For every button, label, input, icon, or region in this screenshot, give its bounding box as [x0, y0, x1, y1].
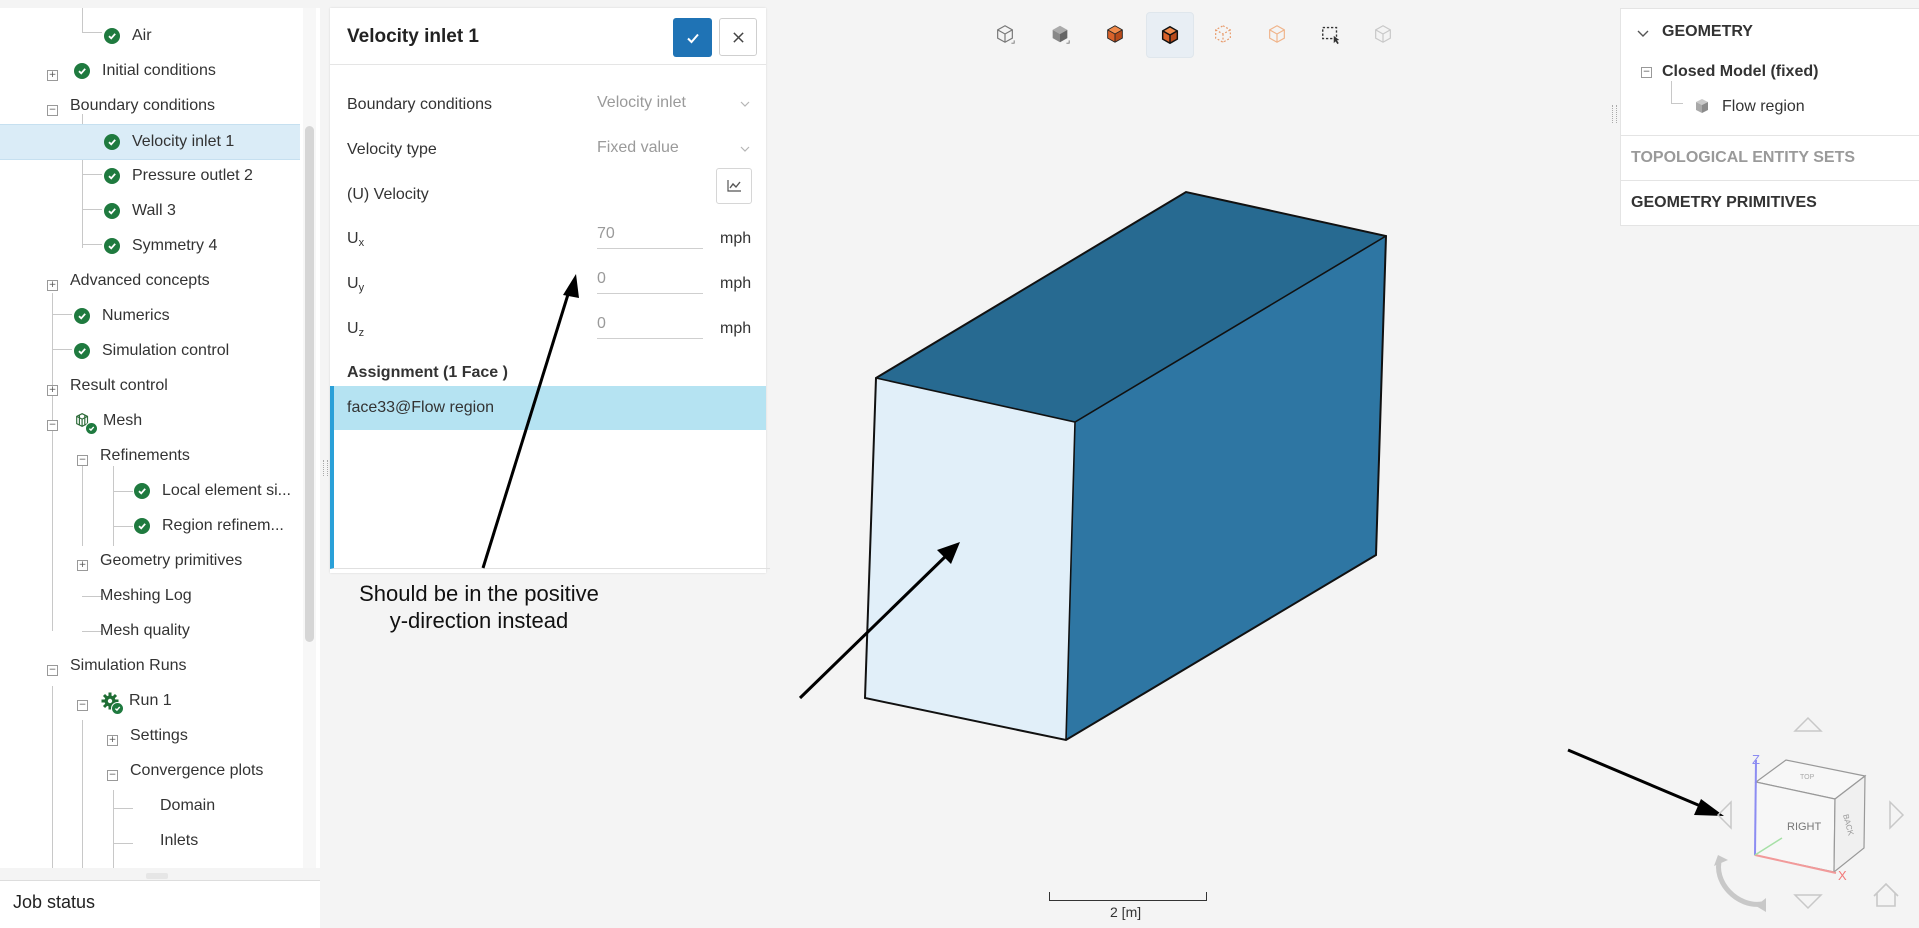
- cube-top-label: TOP: [1800, 774, 1815, 781]
- orbit-icon[interactable]: [1716, 857, 1763, 907]
- viewport-canvas[interactable]: Z X RIGHT BACK TOP: [0, 0, 1919, 927]
- cube-right-label: RIGHT: [1787, 821, 1822, 833]
- arrowhead: [563, 274, 579, 298]
- annotation-arrow-to-viewcube: [1567, 748, 1711, 812]
- axis-x-label: X: [1838, 868, 1847, 883]
- annotation-note: Should be in the positive y-direction in…: [344, 580, 614, 634]
- annotation-line-2: y-direction instead: [389, 608, 569, 633]
- axis-z-label: Z: [1752, 752, 1760, 767]
- rotate-up-icon[interactable]: [1793, 716, 1823, 732]
- rotate-right-icon[interactable]: [1889, 800, 1905, 830]
- scale-bar: [1049, 892, 1207, 901]
- annotation-line-1: Should be in the positive: [359, 581, 599, 606]
- orbit-arrowhead: [1756, 898, 1766, 912]
- rotate-down-icon[interactable]: [1793, 894, 1823, 910]
- annotation-arrow-to-uy: [481, 287, 572, 569]
- box-front-face-selected: [865, 378, 1075, 740]
- scale-label: 2 [m]: [1110, 904, 1142, 920]
- home-icon[interactable]: [1873, 882, 1899, 907]
